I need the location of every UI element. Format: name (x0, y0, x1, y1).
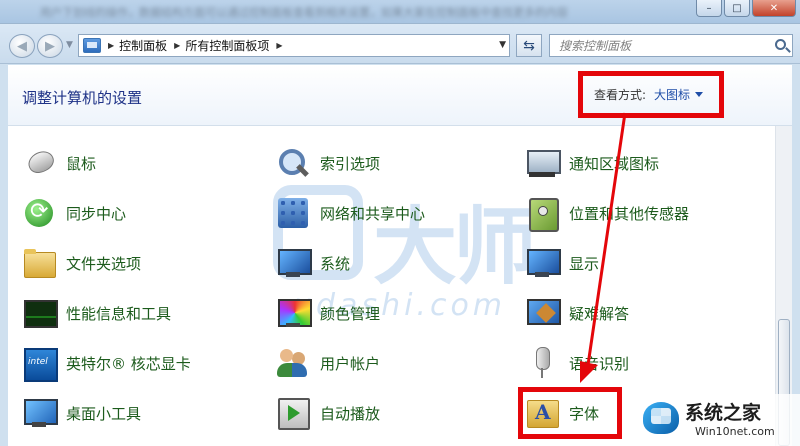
arrow-line (586, 112, 627, 366)
address-dropdown-icon[interactable]: ▼ (499, 40, 506, 50)
forward-button[interactable]: ▶ (37, 34, 63, 58)
refresh-button[interactable]: ⇆ (516, 34, 542, 57)
breadcrumb-control-panel[interactable]: 控制面板 (119, 37, 167, 54)
navigation-bar: ◀ ▶ ▼ ▶ 控制面板 ▶ 所有控制面板项 ▶ ▼ ⇆ 搜索控制面板 (0, 24, 800, 64)
site-logo-icon (643, 402, 679, 434)
search-icon[interactable] (775, 39, 786, 50)
back-arrow-icon: ◀ (17, 38, 27, 54)
search-input[interactable]: 搜索控制面板 (549, 34, 793, 57)
refresh-icon: ⇆ (523, 37, 535, 54)
chevron-right-icon[interactable]: ▶ (108, 41, 114, 50)
breadcrumb-all-items[interactable]: 所有控制面板项 (185, 37, 269, 54)
site-badge-subtitle: Win10net.com (695, 425, 775, 438)
content-area: 调整计算机的设置 查看方式: 大图标 大师 udashi.com 鼠标 索引选项… (8, 65, 792, 446)
back-button[interactable]: ◀ (9, 34, 35, 58)
blurred-background-text: 用户下划线的操作，数据结构方面可以通过控制面板查看到相关设置，如果大家在控制面板… (40, 6, 568, 18)
search-placeholder: 搜索控制面板 (559, 39, 632, 53)
close-button[interactable]: ✕ (752, 0, 796, 17)
control-panel-icon (83, 38, 101, 53)
chevron-right-icon[interactable]: ▶ (174, 41, 180, 50)
minimize-button[interactable]: – (696, 0, 722, 17)
site-badge-title: 系统之家 (685, 402, 762, 424)
title-bar: 用户下划线的操作，数据结构方面可以通过控制面板查看到相关设置，如果大家在控制面板… (0, 0, 800, 24)
window-controls: – □ ✕ (696, 0, 796, 17)
recent-pages-dropdown-icon[interactable]: ▼ (66, 40, 73, 50)
site-badge: 系统之家 Win10net.com (635, 394, 800, 446)
arrow-head (580, 361, 598, 383)
maximize-button[interactable]: □ (724, 0, 750, 17)
annotation-arrow (580, 112, 627, 383)
chevron-right-icon[interactable]: ▶ (276, 41, 282, 50)
address-bar[interactable]: ▶ 控制面板 ▶ 所有控制面板项 ▶ ▼ (78, 34, 510, 57)
forward-arrow-icon: ▶ (45, 38, 55, 54)
